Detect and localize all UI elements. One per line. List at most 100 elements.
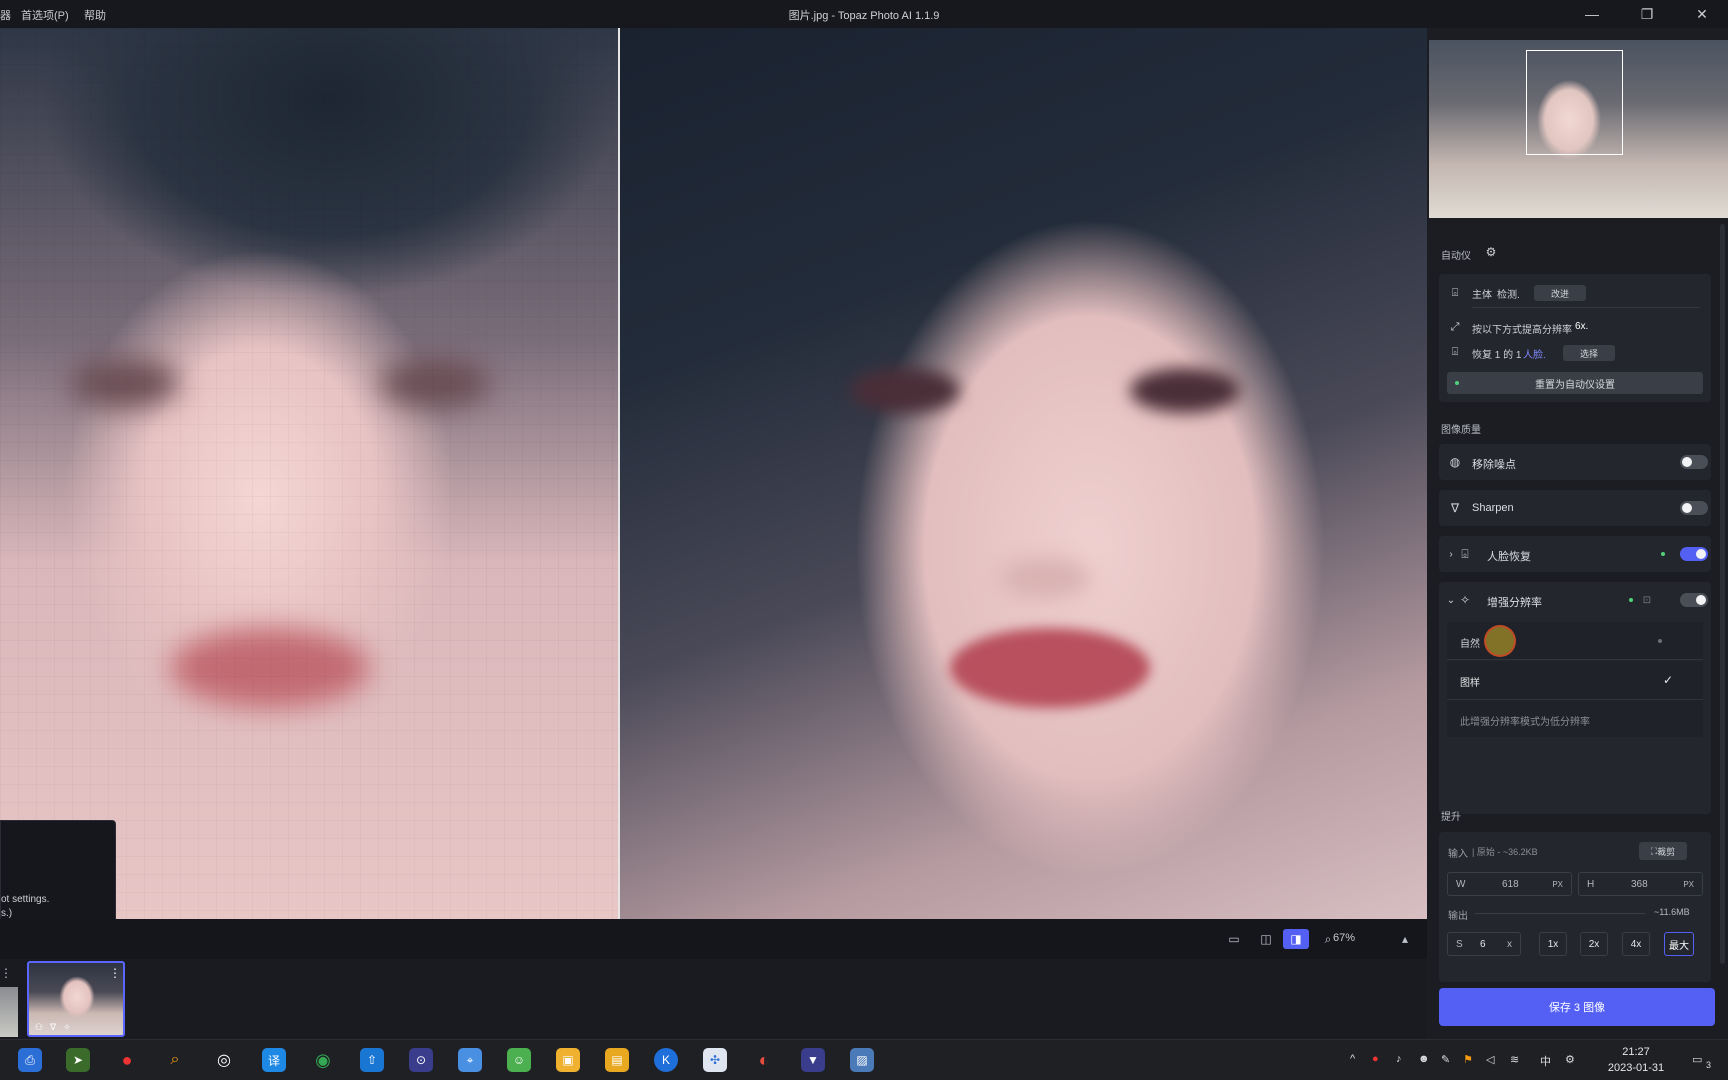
- enhance-status-dot: [1629, 598, 1633, 602]
- restore-button[interactable]: ❐: [1627, 3, 1667, 25]
- face-status-dot: [1661, 552, 1665, 556]
- face-info-prefix: 恢复 1 的 1: [1472, 350, 1522, 361]
- sharpen-label: Sharpen: [1472, 502, 1514, 514]
- option-graphic-label: 图样: [1460, 678, 1480, 689]
- chrome-icon[interactable]: ◉: [311, 1048, 335, 1072]
- mic-icon[interactable]: ♪: [1396, 1053, 1402, 1065]
- crop-button[interactable]: ⛶ 裁剪: [1639, 842, 1687, 860]
- preview-image-pane[interactable]: [620, 28, 1427, 919]
- zoom-level[interactable]: 67%: [1333, 932, 1355, 944]
- more-options-icon[interactable]: ⋮: [0, 963, 12, 983]
- navigator-preview[interactable]: [1429, 40, 1728, 218]
- preset-1x-button[interactable]: 1x: [1539, 932, 1567, 956]
- subject-suffix: 检测.: [1497, 290, 1520, 301]
- face-info-link[interactable]: 人脸.: [1523, 346, 1546, 361]
- denoise-card[interactable]: ◍ 移除噪点: [1439, 444, 1711, 480]
- upload-icon[interactable]: ⇧: [360, 1048, 384, 1072]
- gear-icon[interactable]: ⚙: [1483, 244, 1499, 260]
- preset-max-button[interactable]: 最大: [1664, 932, 1694, 956]
- height-field[interactable]: H 368 PX: [1578, 872, 1703, 896]
- eye-left-shape: [850, 368, 960, 413]
- split-view-icon[interactable]: ◫: [1253, 929, 1279, 949]
- nose-shape: [1000, 558, 1090, 598]
- wifi-icon[interactable]: ≋: [1510, 1053, 1519, 1066]
- package-icon[interactable]: ▣: [556, 1048, 580, 1072]
- notification-count: 3: [1706, 1060, 1712, 1070]
- width-field[interactable]: W 618 PX: [1447, 872, 1572, 896]
- search-app-icon[interactable]: ⌕: [163, 1048, 187, 1072]
- preset-4x-button[interactable]: 4x: [1622, 932, 1650, 956]
- close-button[interactable]: ✕: [1682, 3, 1722, 25]
- navigator-viewport-rect[interactable]: [1526, 50, 1623, 155]
- ime-indicator[interactable]: 中: [1540, 1053, 1551, 1069]
- face-recovery-card[interactable]: › ⌻ 人脸恢复: [1439, 536, 1711, 572]
- notification-icon[interactable]: ▭: [1692, 1053, 1702, 1066]
- subject-prefix: 主体: [1472, 290, 1492, 301]
- volume-icon[interactable]: ◁: [1486, 1053, 1494, 1066]
- refine-button[interactable]: 改进: [1534, 285, 1586, 301]
- panda-icon[interactable]: ☺: [507, 1048, 531, 1072]
- scale-field[interactable]: S 6 x: [1447, 932, 1521, 956]
- record-tray-icon[interactable]: ●: [1372, 1053, 1379, 1065]
- reset-autopilot-button[interactable]: 重置为自动仪设置: [1447, 372, 1703, 394]
- image-thumbnail[interactable]: ⋮ ⚇ ∇ ✧: [27, 961, 125, 1037]
- flag-icon[interactable]: ⚑: [1463, 1053, 1473, 1066]
- color-wheel-icon[interactable]: ◐: [752, 1048, 776, 1072]
- select-face-button[interactable]: 选择: [1563, 345, 1615, 361]
- denoise-toggle[interactable]: [1680, 455, 1708, 469]
- lock-icon[interactable]: ⊡: [1639, 592, 1655, 608]
- filmstrip: ⋮ ⋮ ⚇ ∇ ✧: [0, 959, 1427, 1039]
- face-frame-icon: ⌻: [1461, 546, 1469, 561]
- autopilot-label: 自动仪: [1441, 251, 1471, 262]
- panel-scrollbar[interactable]: [1720, 224, 1725, 964]
- side-by-side-icon[interactable]: ◨: [1283, 929, 1309, 949]
- input-meta: | 原始 - ~36.2KB: [1472, 847, 1538, 857]
- pen-icon[interactable]: ✎: [1441, 1053, 1450, 1066]
- k-app-icon[interactable]: K: [654, 1048, 678, 1072]
- output-size: ~11.6MB: [1654, 907, 1690, 917]
- maps-icon[interactable]: ⌖: [458, 1048, 482, 1072]
- sharpen-card[interactable]: ∇ Sharpen: [1439, 490, 1711, 526]
- lips-shape: [950, 628, 1150, 708]
- width-label: W: [1456, 878, 1466, 890]
- preset-2x-button[interactable]: 2x: [1580, 932, 1608, 956]
- topaz-icon[interactable]: ▼: [801, 1048, 825, 1072]
- scale-unit: x: [1507, 938, 1512, 950]
- enhance-badge-icon: ✧: [63, 1021, 71, 1032]
- file-explorer-icon[interactable]: ▤: [605, 1048, 629, 1072]
- aperture-icon[interactable]: ◎: [212, 1048, 236, 1072]
- face-recovery-toggle[interactable]: [1680, 547, 1708, 561]
- menu-item-partial[interactable]: 器: [0, 7, 11, 23]
- menu-item-help[interactable]: 帮助: [84, 7, 106, 23]
- translate-icon[interactable]: 译: [262, 1048, 286, 1072]
- upscale-info-text: 按以下方式提高分辨率: [1472, 325, 1572, 336]
- lock-app-icon[interactable]: ⊙: [409, 1048, 433, 1072]
- original-image-pane[interactable]: [0, 28, 619, 919]
- network-icon[interactable]: ✣: [703, 1048, 727, 1072]
- previous-thumbnail[interactable]: [0, 987, 18, 1037]
- image-viewer-icon[interactable]: ▨: [850, 1048, 874, 1072]
- menu-item-preferences[interactable]: 首选项(P): [21, 7, 69, 23]
- collapse-up-icon[interactable]: ▴: [1392, 929, 1418, 949]
- denoise-icon: ◍: [1449, 455, 1461, 469]
- single-view-icon[interactable]: ▭: [1221, 929, 1247, 949]
- record-icon[interactable]: ●: [115, 1048, 139, 1072]
- upscale-label: 提升: [1441, 812, 1461, 823]
- folder-arrow-icon[interactable]: ➤: [66, 1048, 90, 1072]
- option-natural-label: 自然: [1460, 639, 1480, 650]
- thumbnail-menu-icon[interactable]: ⋮: [107, 965, 123, 981]
- penguin-icon[interactable]: ☻: [1418, 1053, 1430, 1065]
- system-clock[interactable]: 21:27 2023-01-31: [1596, 1044, 1676, 1076]
- image-viewer[interactable]: ot settings. s.): [0, 28, 1427, 919]
- minimize-button[interactable]: —: [1572, 3, 1612, 25]
- option-natural[interactable]: 自然: [1447, 622, 1703, 660]
- sharpen-toggle[interactable]: [1680, 501, 1708, 515]
- resize-arrow-icon: ⤢: [1450, 320, 1460, 333]
- option-graphic[interactable]: 图样 ✓: [1447, 661, 1703, 699]
- chevron-up-icon[interactable]: ^: [1350, 1053, 1355, 1065]
- printer-icon[interactable]: ⎙: [18, 1048, 42, 1072]
- enhance-resolution-toggle[interactable]: [1680, 593, 1708, 607]
- settings-tray-icon[interactable]: ⚙: [1565, 1053, 1575, 1066]
- save-images-button[interactable]: 保存 3 图像: [1439, 988, 1715, 1026]
- taskbar: ⎙ ➤ ● ⌕ ◎ 译 ◉ ⇧ ⊙ ⌖ ☺ ▣ ▤ K ✣ ◐ ▼ ▨ ^ ● …: [0, 1039, 1728, 1080]
